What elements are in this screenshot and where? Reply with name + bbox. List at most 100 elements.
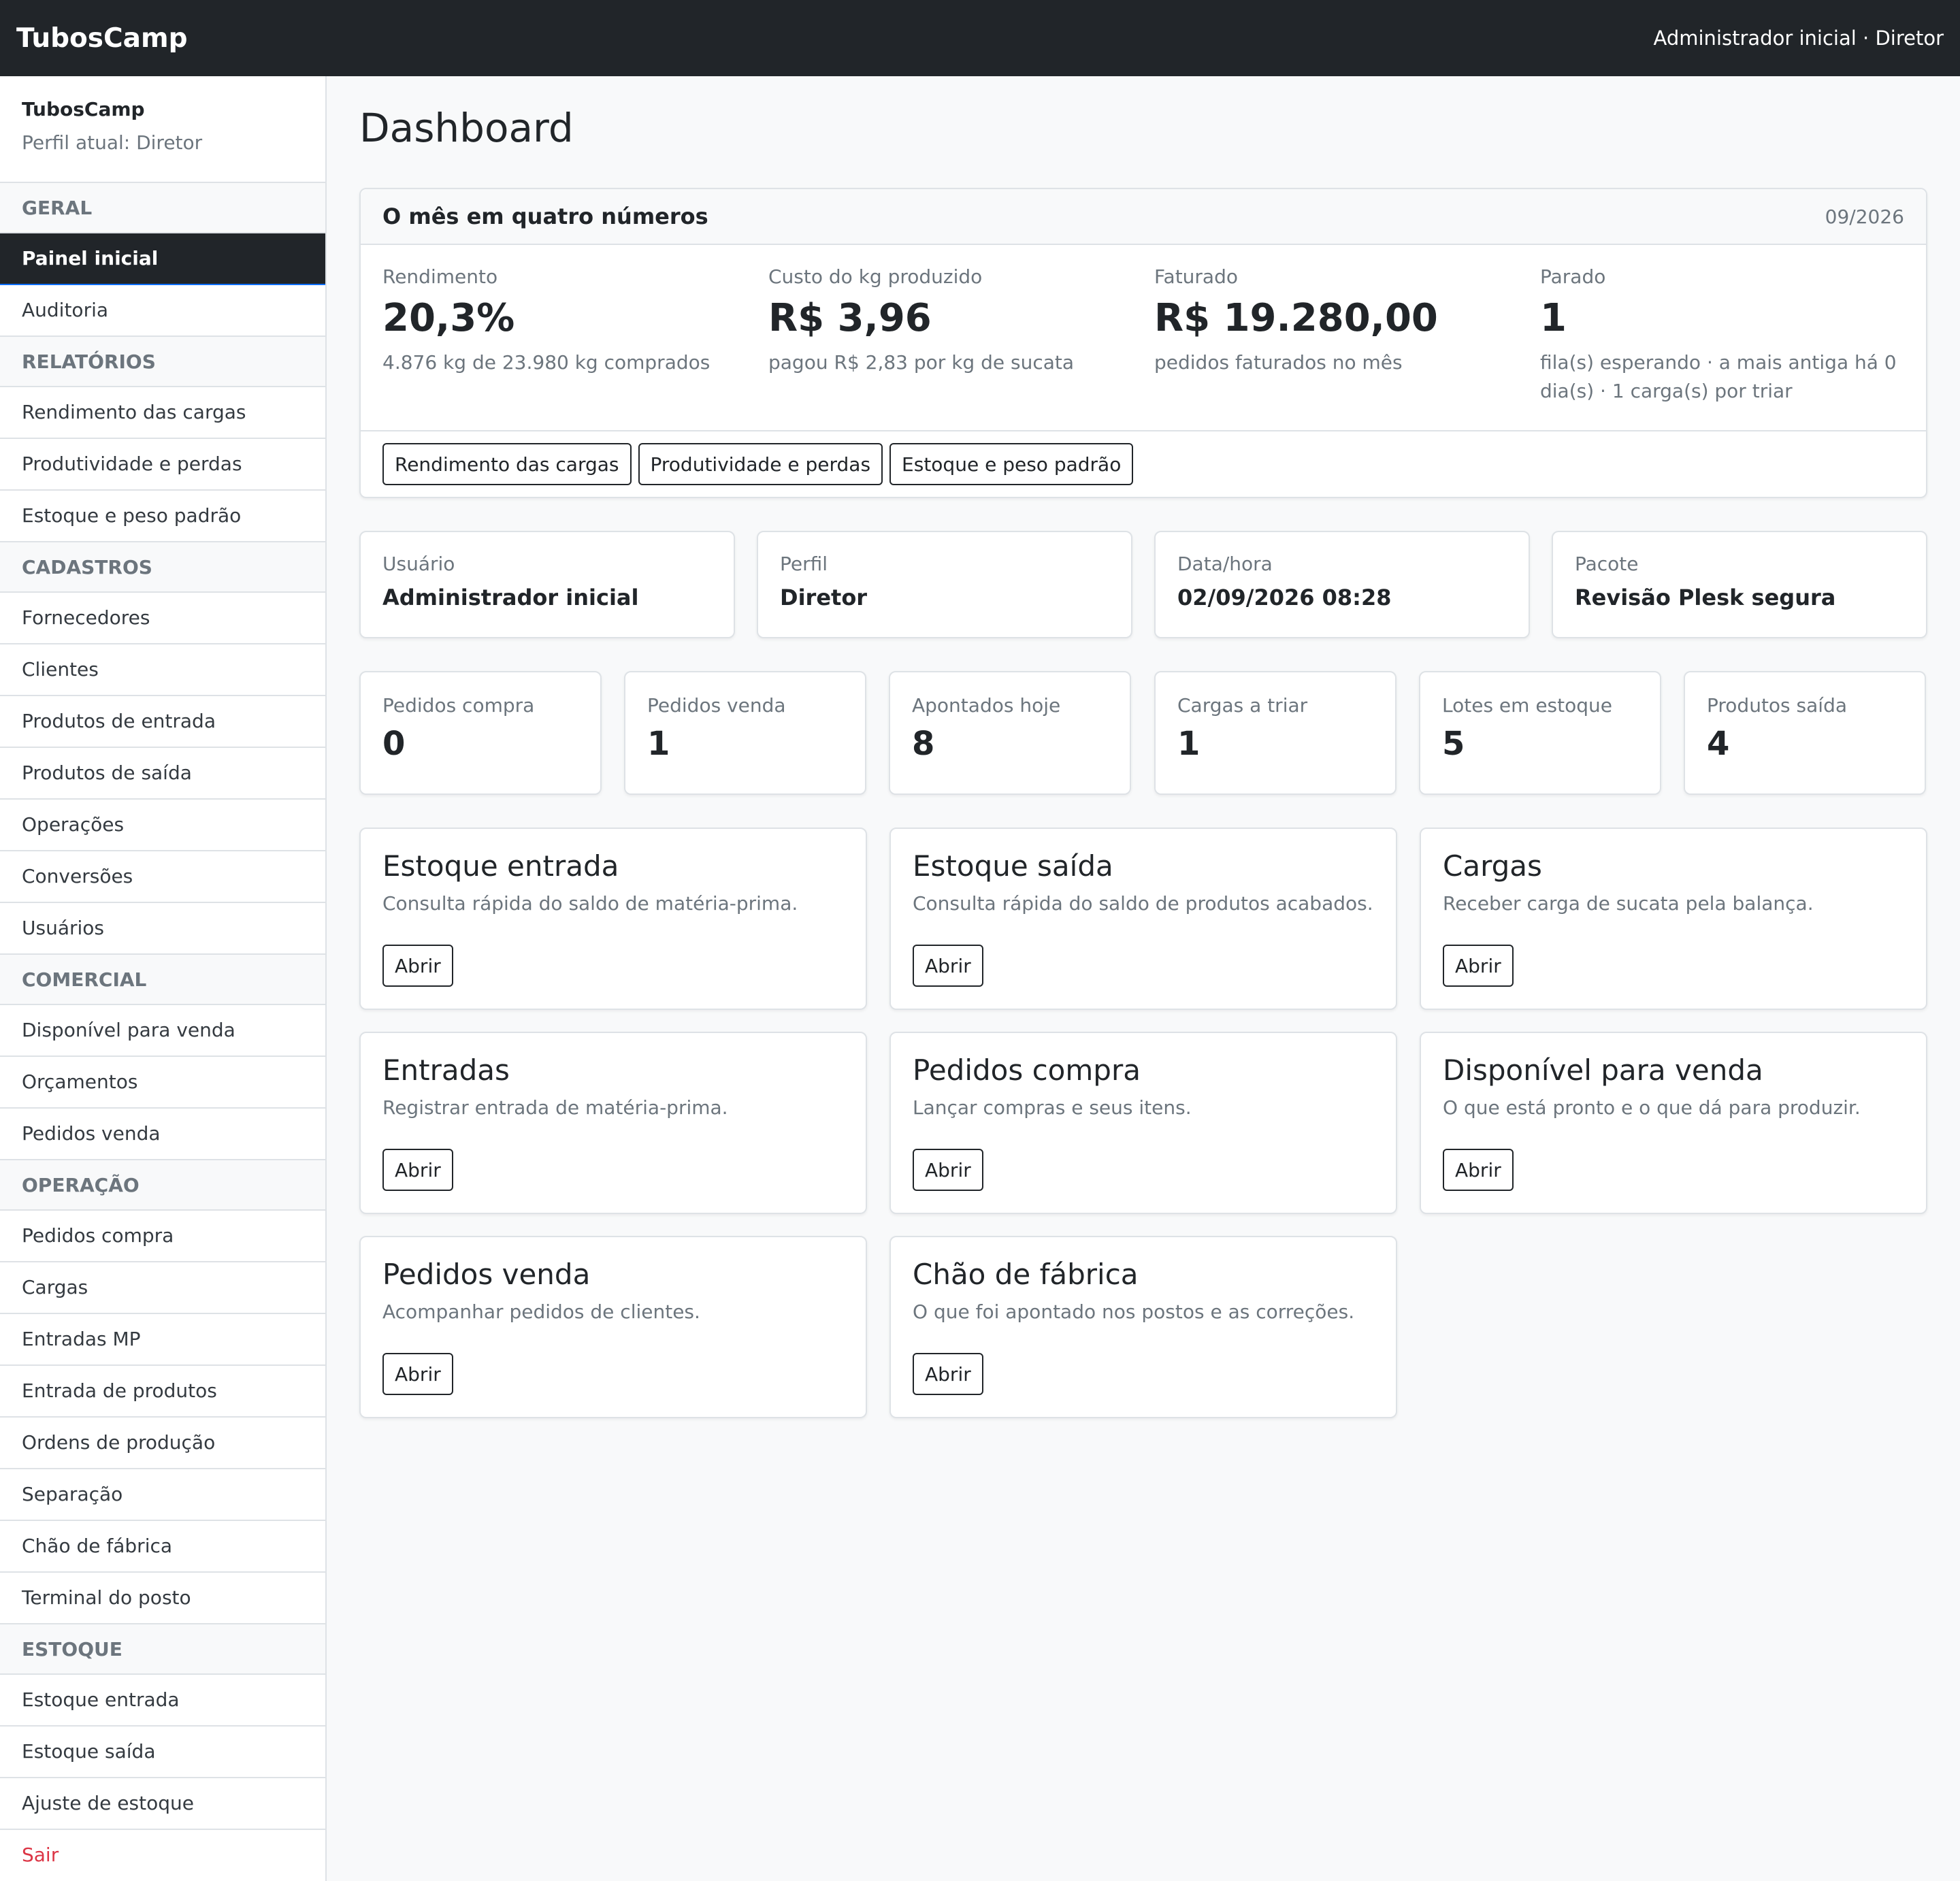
stat-card-produtos-saida: Produtos saída 4 (1684, 671, 1926, 795)
sidebar-item-orcamentos[interactable]: Orçamentos (0, 1057, 325, 1109)
open-button[interactable]: Abrir (382, 1353, 453, 1395)
open-button[interactable]: Abrir (1443, 1149, 1514, 1191)
sidebar-item-pedidos-compra[interactable]: Pedidos compra (0, 1211, 325, 1262)
sidebar-item-entrada-produtos[interactable]: Entrada de produtos (0, 1366, 325, 1418)
sidebar-item-clientes[interactable]: Clientes (0, 644, 325, 696)
sidebar-item-painel-inicial[interactable]: Painel inicial (0, 233, 325, 285)
shortcut-description: O que está pronto e o que dá para produz… (1443, 1096, 1861, 1119)
open-button[interactable]: Abrir (913, 1149, 983, 1191)
monthly-summary-card: O mês em quatro números 09/2026 Rendimen… (359, 188, 1927, 498)
shortcut-title: Estoque saída (913, 849, 1113, 883)
shortcut-title: Cargas (1443, 849, 1542, 883)
open-button[interactable]: Abrir (1443, 945, 1514, 987)
open-button[interactable]: Abrir (382, 945, 453, 987)
sidebar-item-ordens-producao[interactable]: Ordens de produção (0, 1418, 325, 1469)
sidebar-item-fornecedores[interactable]: Fornecedores (0, 593, 325, 644)
sidebar-item-disponivel-venda[interactable]: Disponível para venda (0, 1005, 325, 1057)
shortcut-description: Consulta rápida do saldo de matéria-prim… (382, 892, 798, 915)
sidebar-item-cargas[interactable]: Cargas (0, 1262, 325, 1314)
shortcut-title: Estoque entrada (382, 849, 619, 883)
logout-link[interactable]: Sair (0, 1830, 325, 1881)
sidebar-profile: Perfil atual: Diretor (22, 131, 203, 154)
stat-label: Cargas a triar (1177, 694, 1308, 717)
info-card-pacote: Pacote Revisão Plesk segura (1552, 531, 1927, 638)
sidebar-item-separacao[interactable]: Separação (0, 1469, 325, 1521)
brand-logo[interactable]: TubosCamp (16, 23, 188, 54)
kpi-label: Faturado (1154, 265, 1238, 288)
info-card-perfil: Perfil Diretor (757, 531, 1132, 638)
summary-card-header: O mês em quatro números 09/2026 (361, 189, 1926, 245)
shortcut-title: Pedidos compra (913, 1053, 1141, 1087)
current-user-info: Administrador inicial · Diretor (1653, 27, 1944, 50)
shortcut-card-chao-fabrica: Chão de fábrica O que foi apontado nos p… (889, 1236, 1397, 1418)
kpi-label: Custo do kg produzido (768, 265, 983, 288)
shortcut-title: Chão de fábrica (913, 1258, 1139, 1291)
kpi-parado: Parado 1 fila(s) esperando · a mais anti… (1540, 265, 1908, 406)
stat-value: 1 (647, 725, 670, 763)
sidebar-item-estoque-entrada[interactable]: Estoque entrada (0, 1675, 325, 1727)
kpi-detail: 4.876 kg de 23.980 kg comprados (382, 351, 710, 374)
info-label: Perfil (780, 553, 828, 575)
shortcut-card-estoque-saida: Estoque saída Consulta rápida do saldo d… (889, 828, 1397, 1010)
info-label: Pacote (1575, 553, 1639, 575)
open-button[interactable]: Abrir (913, 1353, 983, 1395)
kpi-value: 20,3% (382, 296, 515, 340)
stat-value: 5 (1442, 725, 1465, 763)
info-card-usuario: Usuário Administrador inicial (359, 531, 735, 638)
sidebar-item-ajuste-estoque[interactable]: Ajuste de estoque (0, 1778, 325, 1830)
shortcut-description: Lançar compras e seus itens. (913, 1096, 1192, 1119)
sidebar-item-conversoes[interactable]: Conversões (0, 851, 325, 903)
stat-card-pedidos-venda: Pedidos venda 1 (624, 671, 866, 795)
stat-card-pedidos-compra: Pedidos compra 0 (359, 671, 602, 795)
stat-value: 8 (912, 725, 935, 763)
shortcut-title: Disponível para venda (1443, 1053, 1763, 1087)
stat-value: 0 (382, 725, 406, 763)
info-label: Usuário (382, 553, 455, 575)
top-navbar: TubosCamp Administrador inicial · Direto… (0, 0, 1960, 76)
sidebar-item-produtividade-perdas[interactable]: Produtividade e perdas (0, 439, 325, 491)
sidebar-item-produtos-entrada[interactable]: Produtos de entrada (0, 696, 325, 748)
sidebar-item-usuarios[interactable]: Usuários (0, 903, 325, 955)
sidebar-item-produtos-saida[interactable]: Produtos de saída (0, 748, 325, 800)
sidebar-item-terminal-posto[interactable]: Terminal do posto (0, 1573, 325, 1624)
sidebar-section-comercial: COMERCIAL (0, 955, 325, 1005)
kpi-faturado: Faturado R$ 19.280,00 pedidos faturados … (1154, 265, 1522, 377)
stat-card-lotes-estoque: Lotes em estoque 5 (1419, 671, 1661, 795)
sidebar-item-entradas-mp[interactable]: Entradas MP (0, 1314, 325, 1366)
kpi-row: Rendimento 20,3% 4.876 kg de 23.980 kg c… (382, 265, 1907, 402)
sidebar-item-chao-fabrica[interactable]: Chão de fábrica (0, 1521, 325, 1573)
report-produtividade-button[interactable]: Produtividade e perdas (638, 443, 883, 485)
report-estoque-button[interactable]: Estoque e peso padrão (889, 443, 1134, 485)
sidebar-item-pedidos-venda[interactable]: Pedidos venda (0, 1109, 325, 1160)
info-card-data-hora: Data/hora 02/09/2026 08:28 (1154, 531, 1530, 638)
stat-label: Apontados hoje (912, 694, 1061, 717)
sidebar-section-geral: GERAL (0, 183, 325, 233)
shortcut-card-cargas: Cargas Receber carga de sucata pela bala… (1420, 828, 1927, 1010)
sidebar-item-estoque-peso-padrao[interactable]: Estoque e peso padrão (0, 491, 325, 542)
sidebar-header: TubosCamp Perfil atual: Diretor (0, 76, 325, 183)
kpi-detail: fila(s) esperando · a mais antiga há 0 d… (1540, 351, 1897, 402)
shortcut-description: Registrar entrada de matéria-prima. (382, 1096, 728, 1119)
kpi-detail: pedidos faturados no mês (1154, 351, 1403, 374)
sidebar-item-estoque-saida[interactable]: Estoque saída (0, 1727, 325, 1778)
stat-label: Lotes em estoque (1442, 694, 1613, 717)
sidebar-item-operacoes[interactable]: Operações (0, 800, 325, 851)
sidebar-section-operacao: OPERAÇÃO (0, 1160, 325, 1211)
info-value: 02/09/2026 08:28 (1177, 585, 1392, 610)
sidebar-section-cadastros: CADASTROS (0, 542, 325, 593)
shortcut-description: Acompanhar pedidos de clientes. (382, 1301, 700, 1323)
sidebar-item-rendimento-cargas[interactable]: Rendimento das cargas (0, 387, 325, 439)
open-button[interactable]: Abrir (382, 1149, 453, 1191)
sidebar-item-auditoria[interactable]: Auditoria (0, 285, 325, 337)
info-label: Data/hora (1177, 553, 1273, 575)
kpi-custo-kg: Custo do kg produzido R$ 3,96 pagou R$ 2… (768, 265, 1136, 377)
kpi-detail: pagou R$ 2,83 por kg de sucata (768, 351, 1075, 374)
summary-period: 09/2026 (1825, 205, 1904, 228)
kpi-value: R$ 3,96 (768, 296, 932, 340)
shortcut-card-entradas: Entradas Registrar entrada de matéria-pr… (359, 1032, 867, 1214)
shortcut-card-estoque-entrada: Estoque entrada Consulta rápida do saldo… (359, 828, 867, 1010)
report-rendimento-button[interactable]: Rendimento das cargas (382, 443, 632, 485)
open-button[interactable]: Abrir (913, 945, 983, 987)
shortcut-card-pedidos-venda: Pedidos venda Acompanhar pedidos de clie… (359, 1236, 867, 1418)
info-value: Revisão Plesk segura (1575, 585, 1836, 610)
